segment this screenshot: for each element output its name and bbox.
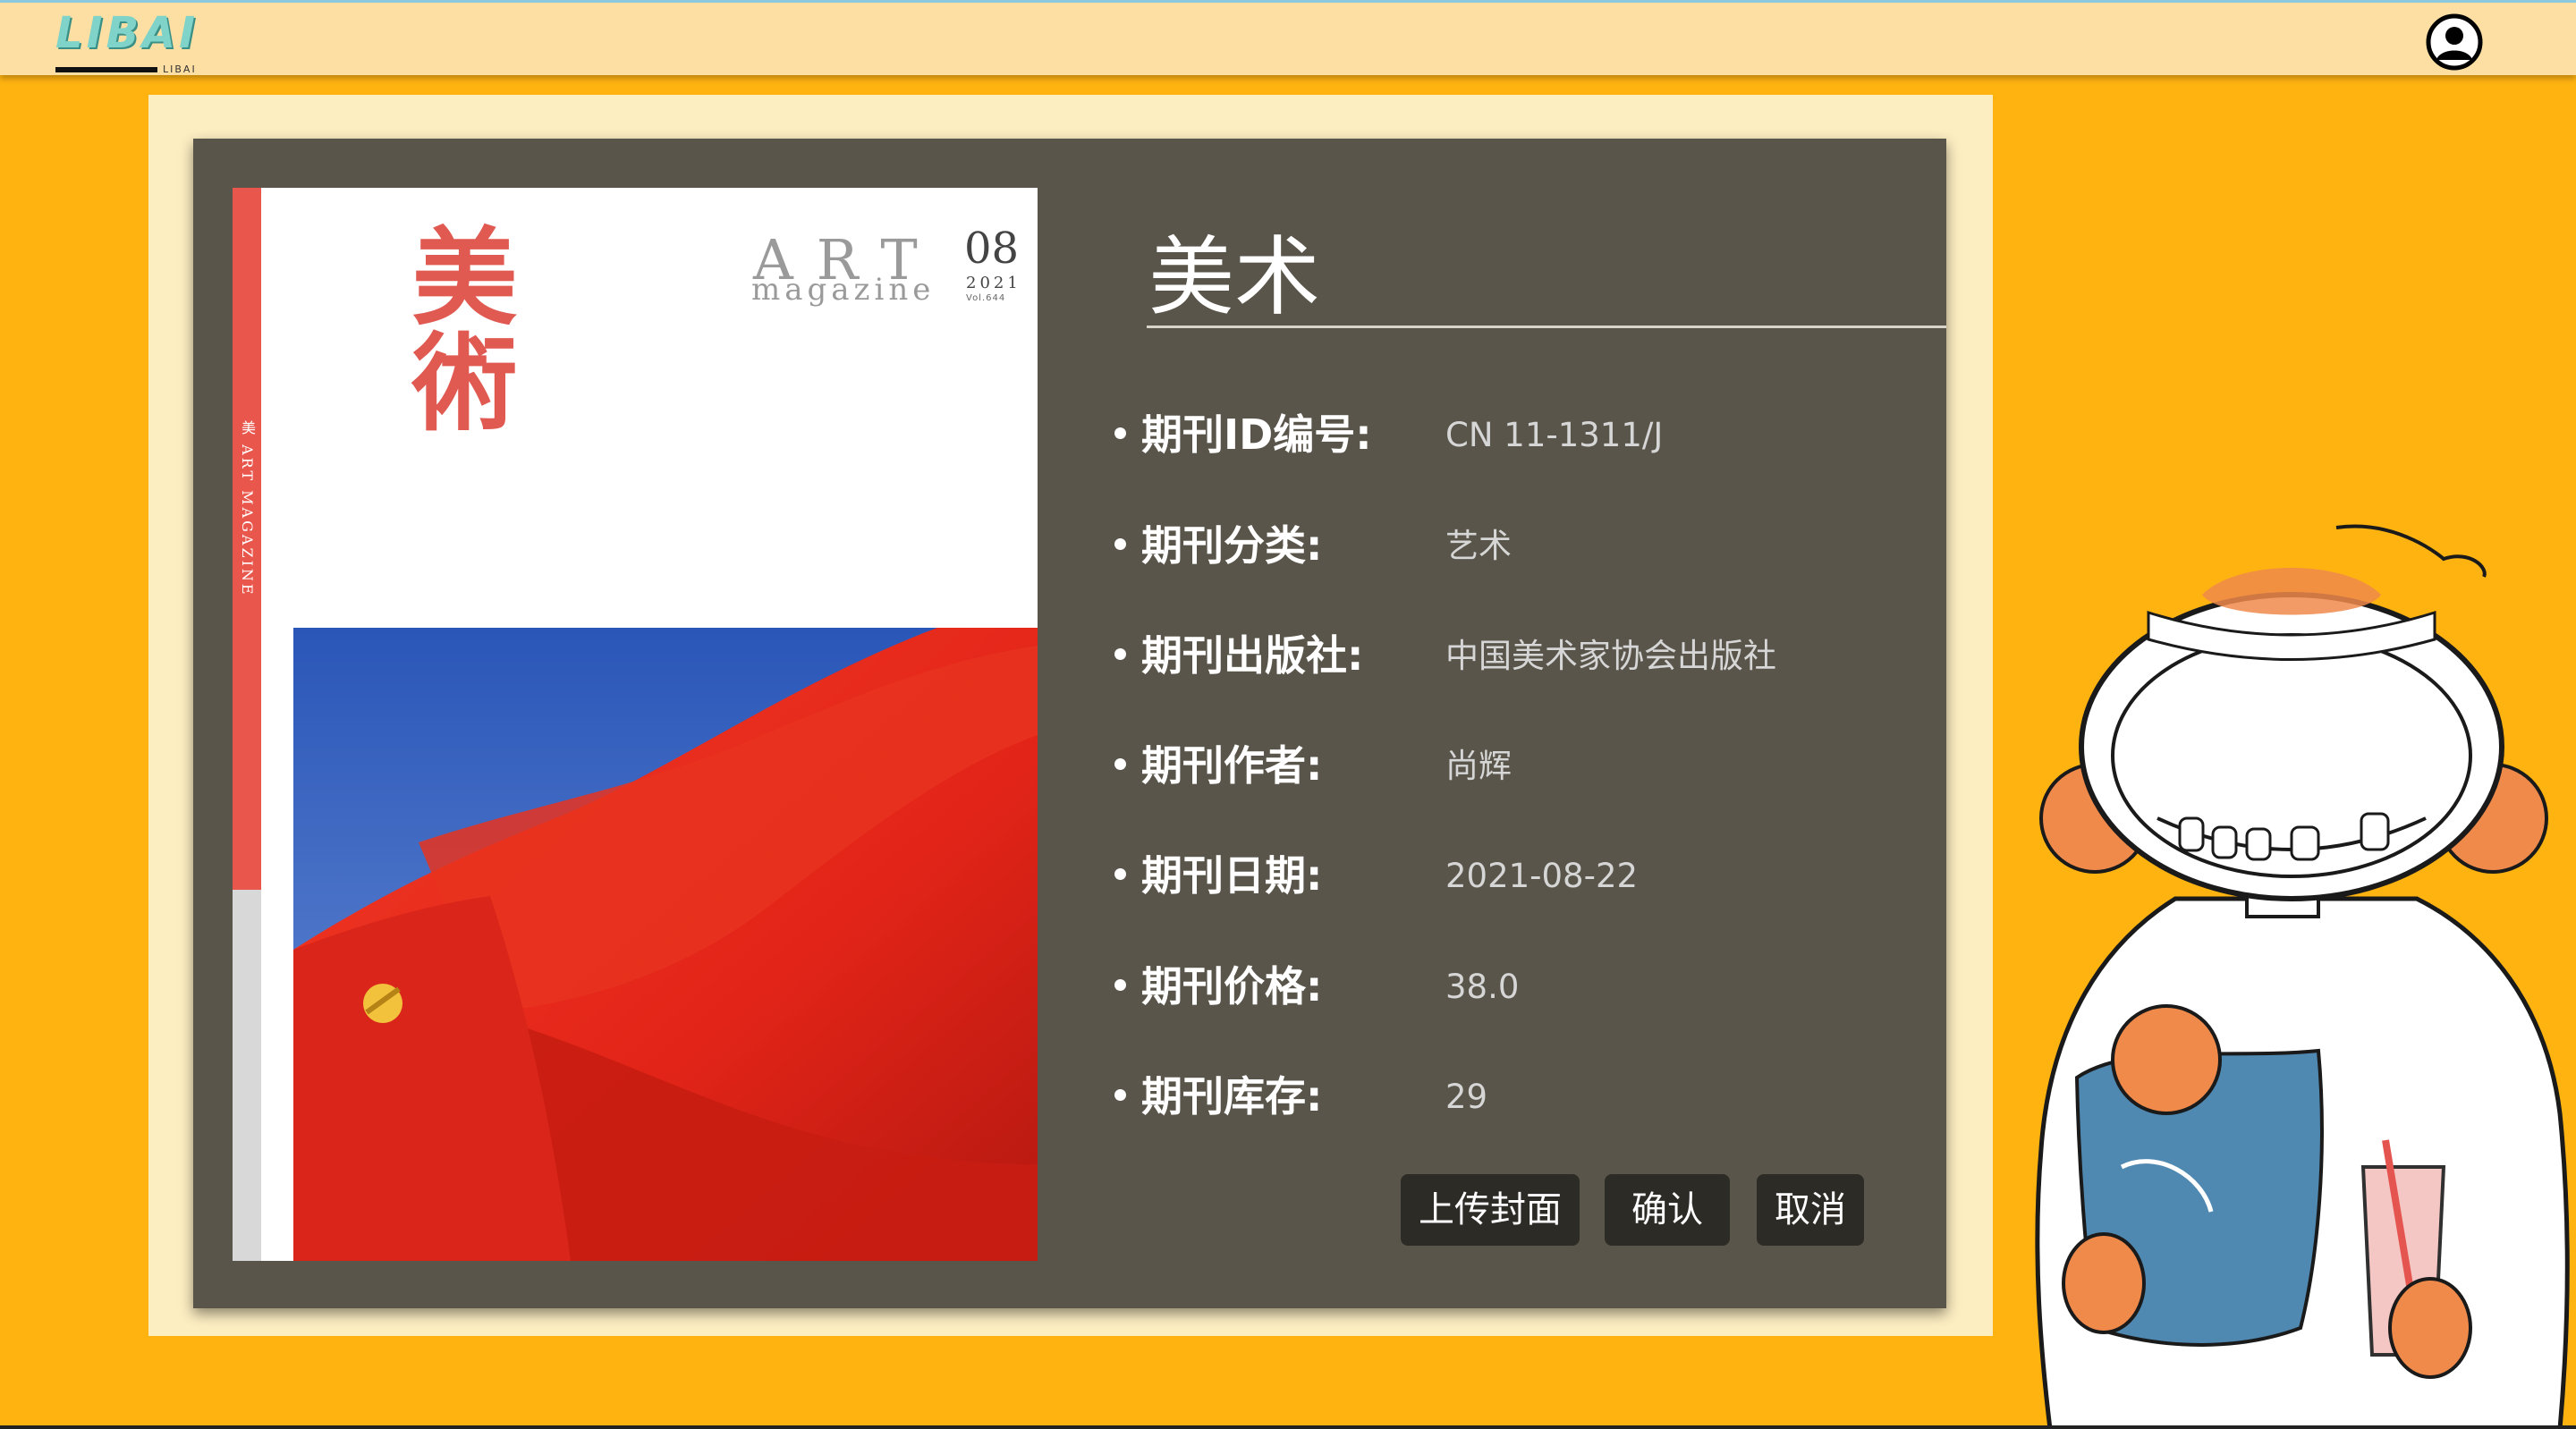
- cover-spine-label: ART MAGAZINE: [239, 444, 256, 597]
- bullet-icon: [1114, 758, 1126, 770]
- info-label: 期刊出版社:: [1141, 631, 1364, 680]
- info-value: 29: [1445, 1078, 1488, 1116]
- logo-subtext: LIBAI: [163, 63, 197, 75]
- info-value: 中国美术家协会出版社: [1445, 637, 1776, 675]
- cancel-button[interactable]: 取消: [1757, 1174, 1864, 1246]
- info-row-publisher: 期刊出版社: 中国美术家协会出版社: [1114, 629, 1919, 682]
- bullet-icon: [1114, 868, 1126, 880]
- info-row-id: 期刊ID编号: CN 11-1311/J: [1114, 408, 1919, 461]
- confirm-button[interactable]: 确认: [1605, 1174, 1730, 1246]
- cover-spine-text: 美 ART MAGAZINE: [236, 420, 258, 597]
- info-row-date: 期刊日期: 2021-08-22: [1114, 849, 1919, 902]
- info-value: CN 11-1311/J: [1445, 416, 1664, 454]
- bullet-icon: [1114, 648, 1126, 660]
- info-value: 2021-08-22: [1445, 857, 1639, 895]
- info-label: 期刊ID编号:: [1141, 410, 1372, 459]
- magazine-cover-image: 美 ART MAGAZINE 美術 ART magazine 08 2021 V…: [233, 188, 1038, 1261]
- bullet-icon: [1114, 979, 1126, 991]
- cover-issue-year: 2021: [966, 274, 1021, 292]
- info-value: 尚辉: [1445, 747, 1512, 785]
- info-label: 期刊价格:: [1141, 962, 1323, 1010]
- cover-issue-number: 08: [964, 224, 1020, 274]
- info-label: 期刊分类:: [1141, 521, 1323, 570]
- cover-magazine-text: magazine: [751, 272, 936, 308]
- logo-text: LIBAI: [55, 8, 199, 58]
- info-label: 期刊作者:: [1141, 741, 1323, 790]
- info-row-category: 期刊分类: 艺术: [1114, 519, 1919, 572]
- info-row-author: 期刊作者: 尚辉: [1114, 739, 1919, 792]
- magazine-title: 美术: [1148, 227, 1320, 327]
- user-account-icon[interactable]: [2426, 13, 2483, 71]
- cartoon-character-illustration: [2035, 524, 2570, 1429]
- info-value: 38.0: [1445, 968, 1520, 1006]
- info-label: 期刊库存:: [1141, 1072, 1323, 1120]
- info-label: 期刊日期:: [1141, 851, 1323, 900]
- cover-spine-title: 美: [239, 420, 256, 437]
- info-value: 艺术: [1445, 527, 1512, 565]
- info-row-stock: 期刊库存: 29: [1114, 1070, 1919, 1123]
- magazine-detail-card: 美 ART MAGAZINE 美術 ART magazine 08 2021 V…: [193, 139, 1946, 1308]
- cover-spine-lower: [233, 890, 261, 1261]
- bullet-icon: [1114, 538, 1126, 550]
- info-row-price: 期刊价格: 38.0: [1114, 960, 1919, 1013]
- bottom-edge-bar: [0, 1425, 2576, 1429]
- bullet-icon: [1114, 427, 1126, 439]
- upload-cover-button[interactable]: 上传封面: [1401, 1174, 1580, 1246]
- bullet-icon: [1114, 1089, 1126, 1101]
- title-divider: [1147, 326, 1946, 328]
- cover-flag-photo: [293, 628, 1038, 1261]
- logo-underline: [55, 67, 157, 72]
- cover-title: 美術: [394, 222, 518, 433]
- libai-logo[interactable]: LIBAI LIBAI: [55, 8, 208, 75]
- top-navigation-bar: LIBAI LIBAI: [0, 0, 2576, 75]
- cover-issue-volume: Vol.644: [966, 293, 1006, 303]
